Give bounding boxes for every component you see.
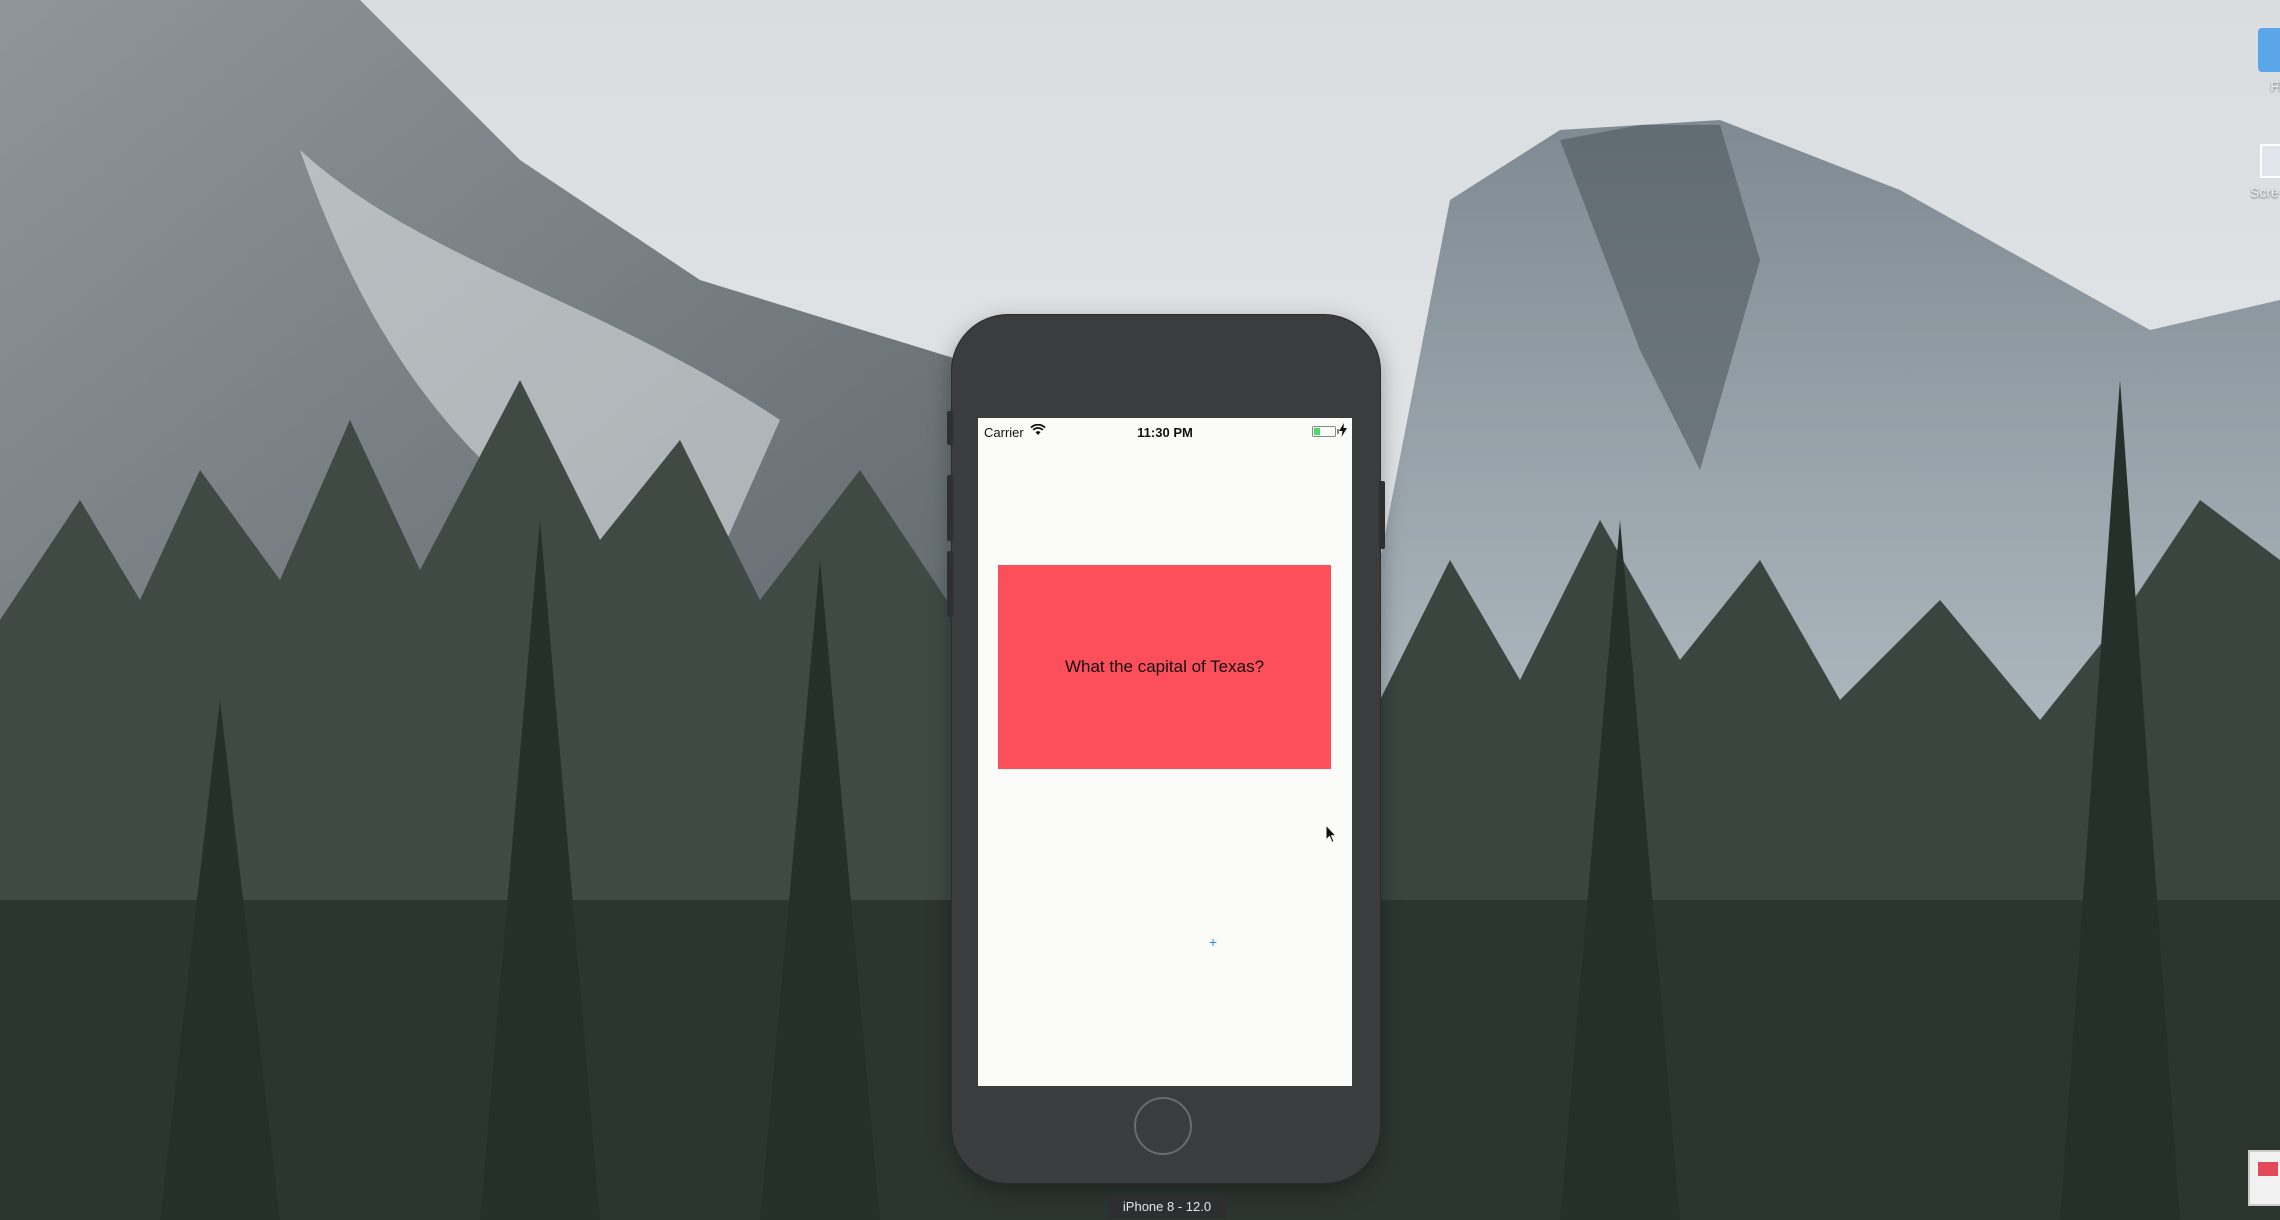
desktop-folder[interactable]: Fla: [2250, 28, 2280, 94]
charging-bolt-icon: [1339, 423, 1347, 437]
folder-icon: [2258, 28, 2280, 72]
device-screen[interactable]: Carrier 11:30 PM What the capital of Tex…: [978, 418, 1352, 1086]
cursor-icon: [1325, 824, 1337, 844]
desktop-screenshot-label: Scre 2018-10: [2250, 184, 2280, 200]
mute-switch[interactable]: [947, 411, 953, 445]
home-button[interactable]: [1134, 1097, 1192, 1155]
volume-down-button[interactable]: [947, 551, 953, 617]
desktop-folder-label: Fla: [2270, 78, 2280, 94]
desktop-screenshot-file[interactable]: Scre 2018-10: [2250, 144, 2280, 200]
power-button[interactable]: [1379, 481, 1385, 549]
iphone-simulator: Carrier 11:30 PM What the capital of Tex…: [947, 315, 1385, 1183]
plus-icon: +: [1209, 934, 1218, 950]
simulator-device-label: iPhone 8 - 12.0: [1108, 1195, 1226, 1219]
question-card[interactable]: What the capital of Texas?: [998, 565, 1331, 769]
status-bar: Carrier 11:30 PM: [978, 418, 1352, 444]
volume-up-button[interactable]: [947, 475, 953, 541]
desktop-thumbnail[interactable]: [2248, 1150, 2280, 1206]
status-time: 11:30 PM: [1137, 425, 1193, 440]
question-text: What the capital of Texas?: [1064, 657, 1265, 676]
battery-icon: [1312, 426, 1339, 437]
screenshot-file-icon: [2260, 144, 2280, 178]
